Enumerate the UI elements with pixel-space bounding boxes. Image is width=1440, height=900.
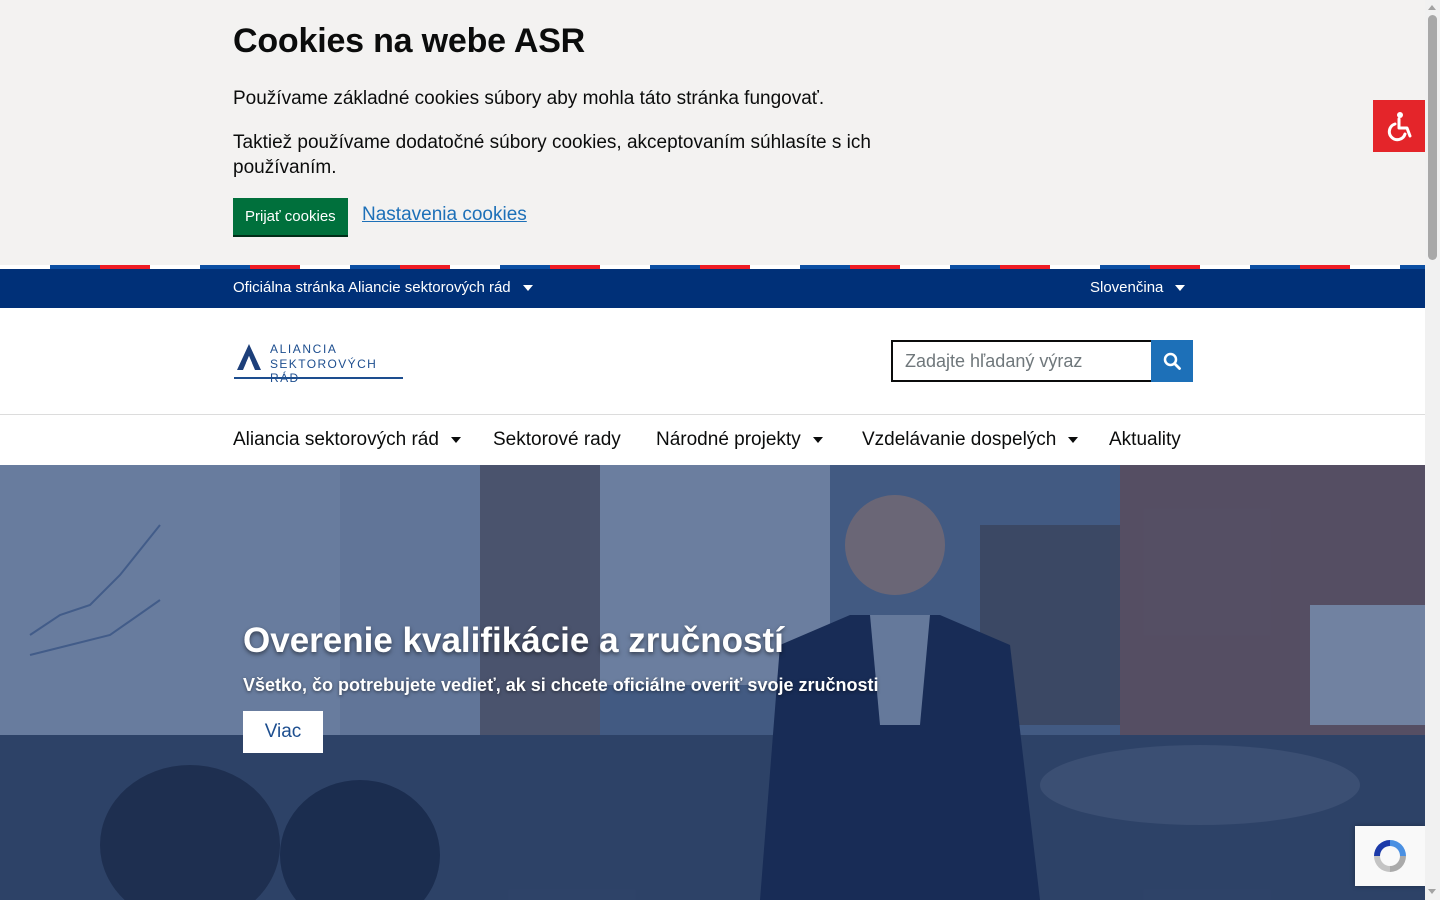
logo-underline: [234, 377, 403, 379]
site-header: ALIANCIA SEKTOROVÝCH RÁD: [0, 308, 1425, 415]
official-site-toggle[interactable]: Oficiálna stránka Aliancie sektorových r…: [233, 279, 533, 296]
cookie-settings-link[interactable]: Nastavenia cookies: [362, 204, 527, 226]
nav-item-aliancia[interactable]: Aliancia sektorových rád: [233, 429, 461, 451]
nav-item-sektorove-rady[interactable]: Sektorové rady: [493, 429, 621, 451]
scroll-up-arrow-icon[interactable]: [1428, 5, 1436, 10]
cookie-banner: Cookies na webe ASR Používame základné c…: [0, 0, 1425, 265]
main-navigation: Aliancia sektorových rád Sektorové rady …: [0, 415, 1425, 465]
nav-item-aktuality[interactable]: Aktuality: [1109, 429, 1181, 451]
search-input[interactable]: [891, 340, 1151, 382]
nav-item-label: Aktuality: [1109, 429, 1181, 450]
search-form: [891, 340, 1193, 382]
scroll-down-arrow-icon[interactable]: [1428, 889, 1436, 894]
hero-more-button[interactable]: Viac: [243, 711, 323, 753]
scrollbar-thumb[interactable]: [1428, 15, 1437, 260]
wheelchair-icon: [1387, 112, 1412, 142]
official-site-label: Oficiálna stránka Aliancie sektorových r…: [233, 279, 511, 296]
logo-text-line-2: SEKTOROVÝCH RÁD: [270, 357, 378, 385]
logo-text-line-1: ALIANCIA: [270, 342, 338, 356]
cookie-banner-title: Cookies na webe ASR: [233, 22, 586, 60]
cookie-banner-text-additional: Taktiež používame dodatočné súbory cooki…: [233, 132, 871, 178]
search-button[interactable]: [1151, 340, 1193, 382]
logo-mark-icon: [237, 344, 261, 370]
nav-item-label: Vzdelávanie dospelých: [862, 429, 1057, 450]
caret-down-icon: [812, 436, 823, 443]
language-label: Slovenčina: [1090, 279, 1164, 296]
hero-title: Overenie kvalifikácie a zručností: [243, 621, 784, 660]
language-selector[interactable]: Slovenčina: [1090, 279, 1186, 296]
nav-item-label: Národné projekty: [656, 429, 801, 450]
caret-down-icon: [1068, 436, 1079, 443]
nav-item-label: Aliancia sektorových rád: [233, 429, 439, 450]
page-scrollbar[interactable]: [1425, 0, 1440, 900]
site-logo[interactable]: ALIANCIA SEKTOROVÝCH RÁD: [233, 340, 408, 385]
accept-cookies-button[interactable]: Prijať cookies: [233, 198, 348, 235]
caret-down-icon: [450, 436, 461, 443]
nav-item-vzdelavanie-dospelych[interactable]: Vzdelávanie dospelých: [862, 429, 1079, 451]
hero-banner: Overenie kvalifikácie a zručností Všetko…: [0, 465, 1425, 900]
caret-down-icon: [522, 285, 533, 292]
recaptcha-icon: [1374, 840, 1406, 872]
nav-item-narodne-projekty[interactable]: Národné projekty: [656, 429, 823, 451]
nav-item-label: Sektorové rady: [493, 429, 621, 450]
official-site-bar: Oficiálna stránka Aliancie sektorových r…: [0, 269, 1425, 308]
caret-down-icon: [1175, 285, 1186, 292]
search-icon: [1163, 352, 1181, 370]
cookie-banner-text-essential: Používame základné cookies súbory aby mo…: [233, 88, 825, 109]
recaptcha-badge[interactable]: [1355, 826, 1425, 886]
accessibility-button[interactable]: [1373, 100, 1425, 152]
hero-subtitle: Všetko, čo potrebujete vedieť, ak si chc…: [243, 675, 879, 695]
page: Cookies na webe ASR Používame základné c…: [0, 0, 1425, 900]
